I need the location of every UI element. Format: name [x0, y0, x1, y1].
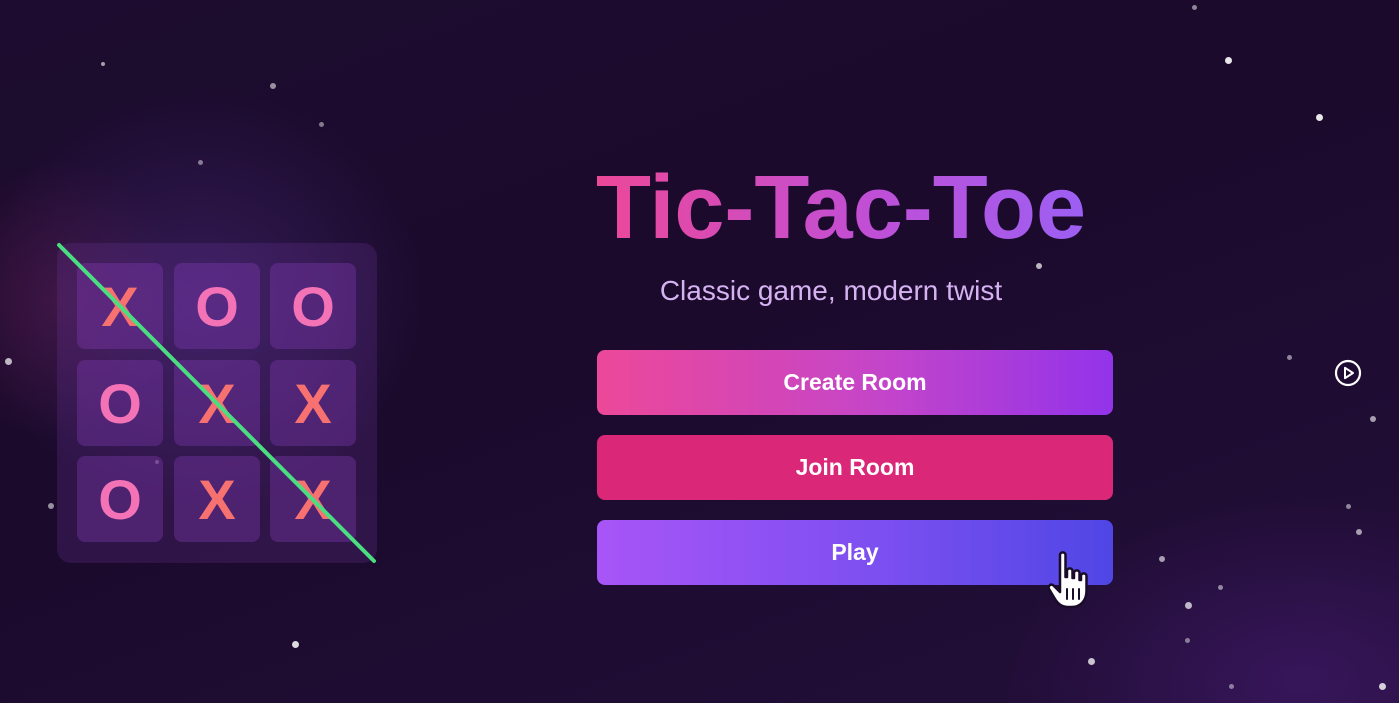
cell-mark: X	[294, 371, 332, 435]
star	[319, 122, 324, 127]
star	[292, 641, 299, 648]
star	[48, 503, 54, 509]
cell-mark: O	[291, 274, 335, 338]
create-room-button[interactable]: Create Room	[597, 350, 1113, 415]
page-subtitle: Classic game, modern twist	[659, 275, 1003, 306]
star	[5, 358, 12, 365]
play-circle-icon[interactable]	[1334, 359, 1362, 387]
join-room-button[interactable]: Join Room	[597, 435, 1113, 500]
cell-mark: O	[195, 274, 239, 338]
star	[1036, 263, 1042, 269]
star	[1159, 556, 1165, 562]
star	[1225, 57, 1232, 64]
cell-mark: O	[98, 467, 142, 531]
board-cell-4[interactable]: O	[77, 360, 163, 446]
play-button[interactable]: Play	[597, 520, 1113, 585]
star	[101, 62, 105, 66]
board-cell-6[interactable]: X	[270, 360, 356, 446]
star	[1370, 416, 1376, 422]
cell-mark: O	[98, 371, 142, 435]
star	[1316, 114, 1323, 121]
star	[1379, 683, 1386, 690]
star	[1185, 602, 1192, 609]
board-cell-3[interactable]: O	[270, 263, 356, 349]
star	[1356, 529, 1362, 535]
star	[1287, 355, 1292, 360]
star	[1088, 658, 1095, 665]
star	[1346, 504, 1351, 509]
cell-mark: X	[294, 467, 332, 531]
board-cell-1[interactable]: X	[77, 263, 163, 349]
star	[270, 83, 276, 89]
board-cell-5[interactable]: X	[174, 360, 260, 446]
cell-mark: X	[101, 274, 139, 338]
board-cell-2[interactable]: O	[174, 263, 260, 349]
board-cell-9[interactable]: X	[270, 456, 356, 542]
board-cell-7[interactable]: O	[77, 456, 163, 542]
star	[198, 160, 203, 165]
game-board: X O O O X X O X X	[57, 243, 377, 563]
cell-mark: X	[198, 371, 236, 435]
board-cell-8[interactable]: X	[174, 456, 260, 542]
page-title: Tic-Tac-Toe	[596, 158, 1096, 258]
star	[1185, 638, 1190, 643]
star	[1192, 5, 1197, 10]
cell-mark: X	[198, 467, 236, 531]
star	[1229, 684, 1234, 689]
star	[1218, 585, 1223, 590]
